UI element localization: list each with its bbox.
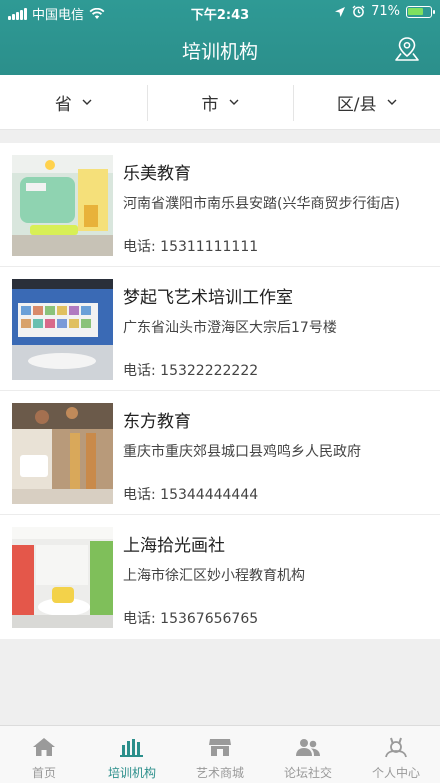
tab-institutions-label: 培训机构 xyxy=(107,766,156,780)
institution-photo xyxy=(12,279,113,380)
province-filter[interactable]: 省 xyxy=(0,75,147,129)
battery-percent: 71% xyxy=(371,4,400,19)
institution-phone: 电话: 15311111111 xyxy=(123,239,259,255)
institution-address: 广东省汕头市澄海区大宗后17号楼 xyxy=(123,320,337,336)
institution-phone: 电话: 15367656765 xyxy=(123,611,259,627)
institution-address: 河南省濮阳市南乐县安踏(兴华商贸步行街店) xyxy=(123,196,400,212)
institution-name: 东方教育 xyxy=(123,412,191,432)
institution-phone: 电话: 15322222222 xyxy=(123,363,259,379)
home-icon xyxy=(33,738,55,756)
bottom-tab-bar: 首页 培训机构 艺术商城 论坛社交 个人中心 xyxy=(0,725,440,783)
institution-photo xyxy=(12,403,113,504)
city-filter-label: 市 xyxy=(201,94,219,115)
institution-icon xyxy=(120,739,143,757)
district-filter[interactable]: 区/县 xyxy=(293,75,440,129)
institution-item[interactable]: 乐美教育 河南省濮阳市南乐县安踏(兴华商贸步行街店) 电话: 153111111… xyxy=(0,143,440,267)
institution-photo xyxy=(12,527,113,628)
tab-community-label: 论坛社交 xyxy=(283,766,332,780)
tab-profile-label: 个人中心 xyxy=(371,766,420,780)
institution-item[interactable]: 梦起飞艺术培训工作室 广东省汕头市澄海区大宗后17号楼 电话: 15322222… xyxy=(0,267,440,391)
region-filter-bar: 省 市 区/县 xyxy=(0,75,440,130)
tab-home[interactable]: 首页 xyxy=(0,726,88,783)
profile-icon xyxy=(385,737,407,758)
status-right: 71% xyxy=(334,4,435,19)
tab-community[interactable]: 论坛社交 xyxy=(264,726,352,783)
institution-address: 重庆市重庆郊县城口县鸡鸣乡人民政府 xyxy=(123,444,361,460)
status-bar: 中国电信 下午2:43 71% xyxy=(0,0,440,24)
institution-item[interactable]: 东方教育 重庆市重庆郊县城口县鸡鸣乡人民政府 电话: 15344444444 xyxy=(0,391,440,515)
institution-name: 上海拾光画社 xyxy=(123,536,225,556)
province-filter-label: 省 xyxy=(54,94,72,115)
tab-shop[interactable]: 艺术商城 xyxy=(176,726,264,783)
chevron-down-icon xyxy=(82,99,92,105)
community-icon xyxy=(296,739,320,756)
chevron-down-icon xyxy=(229,99,238,105)
institution-phone: 电话: 15344444444 xyxy=(123,487,259,503)
institution-name: 梦起飞艺术培训工作室 xyxy=(123,288,293,308)
institution-list: 乐美教育 河南省濮阳市南乐县安踏(兴华商贸步行街店) 电话: 153111111… xyxy=(0,143,440,639)
institution-name: 乐美教育 xyxy=(123,164,191,184)
district-filter-label: 区/县 xyxy=(336,94,377,115)
chevron-down-icon xyxy=(387,99,397,105)
institution-item[interactable]: 上海拾光画社 上海市徐汇区妙小程教育机构 电话: 15367656765 xyxy=(0,515,440,639)
shop-icon xyxy=(209,739,231,756)
page-title: 培训机构 xyxy=(181,41,258,63)
city-filter[interactable]: 市 xyxy=(146,75,294,129)
battery-icon xyxy=(406,5,435,18)
header: 中国电信 下午2:43 71% 培训机构 xyxy=(0,0,440,75)
tab-institutions[interactable]: 培训机构 xyxy=(88,726,176,783)
location-pin-icon[interactable] xyxy=(392,34,422,64)
location-arrow-icon xyxy=(335,6,346,17)
tab-profile[interactable]: 个人中心 xyxy=(352,726,440,783)
tab-home-label: 首页 xyxy=(31,766,56,780)
institution-address: 上海市徐汇区妙小程教育机构 xyxy=(123,568,305,584)
alarm-icon xyxy=(352,5,365,18)
battery-fill xyxy=(408,7,423,15)
institution-photo xyxy=(12,155,113,256)
tab-shop-label: 艺术商城 xyxy=(195,766,244,780)
